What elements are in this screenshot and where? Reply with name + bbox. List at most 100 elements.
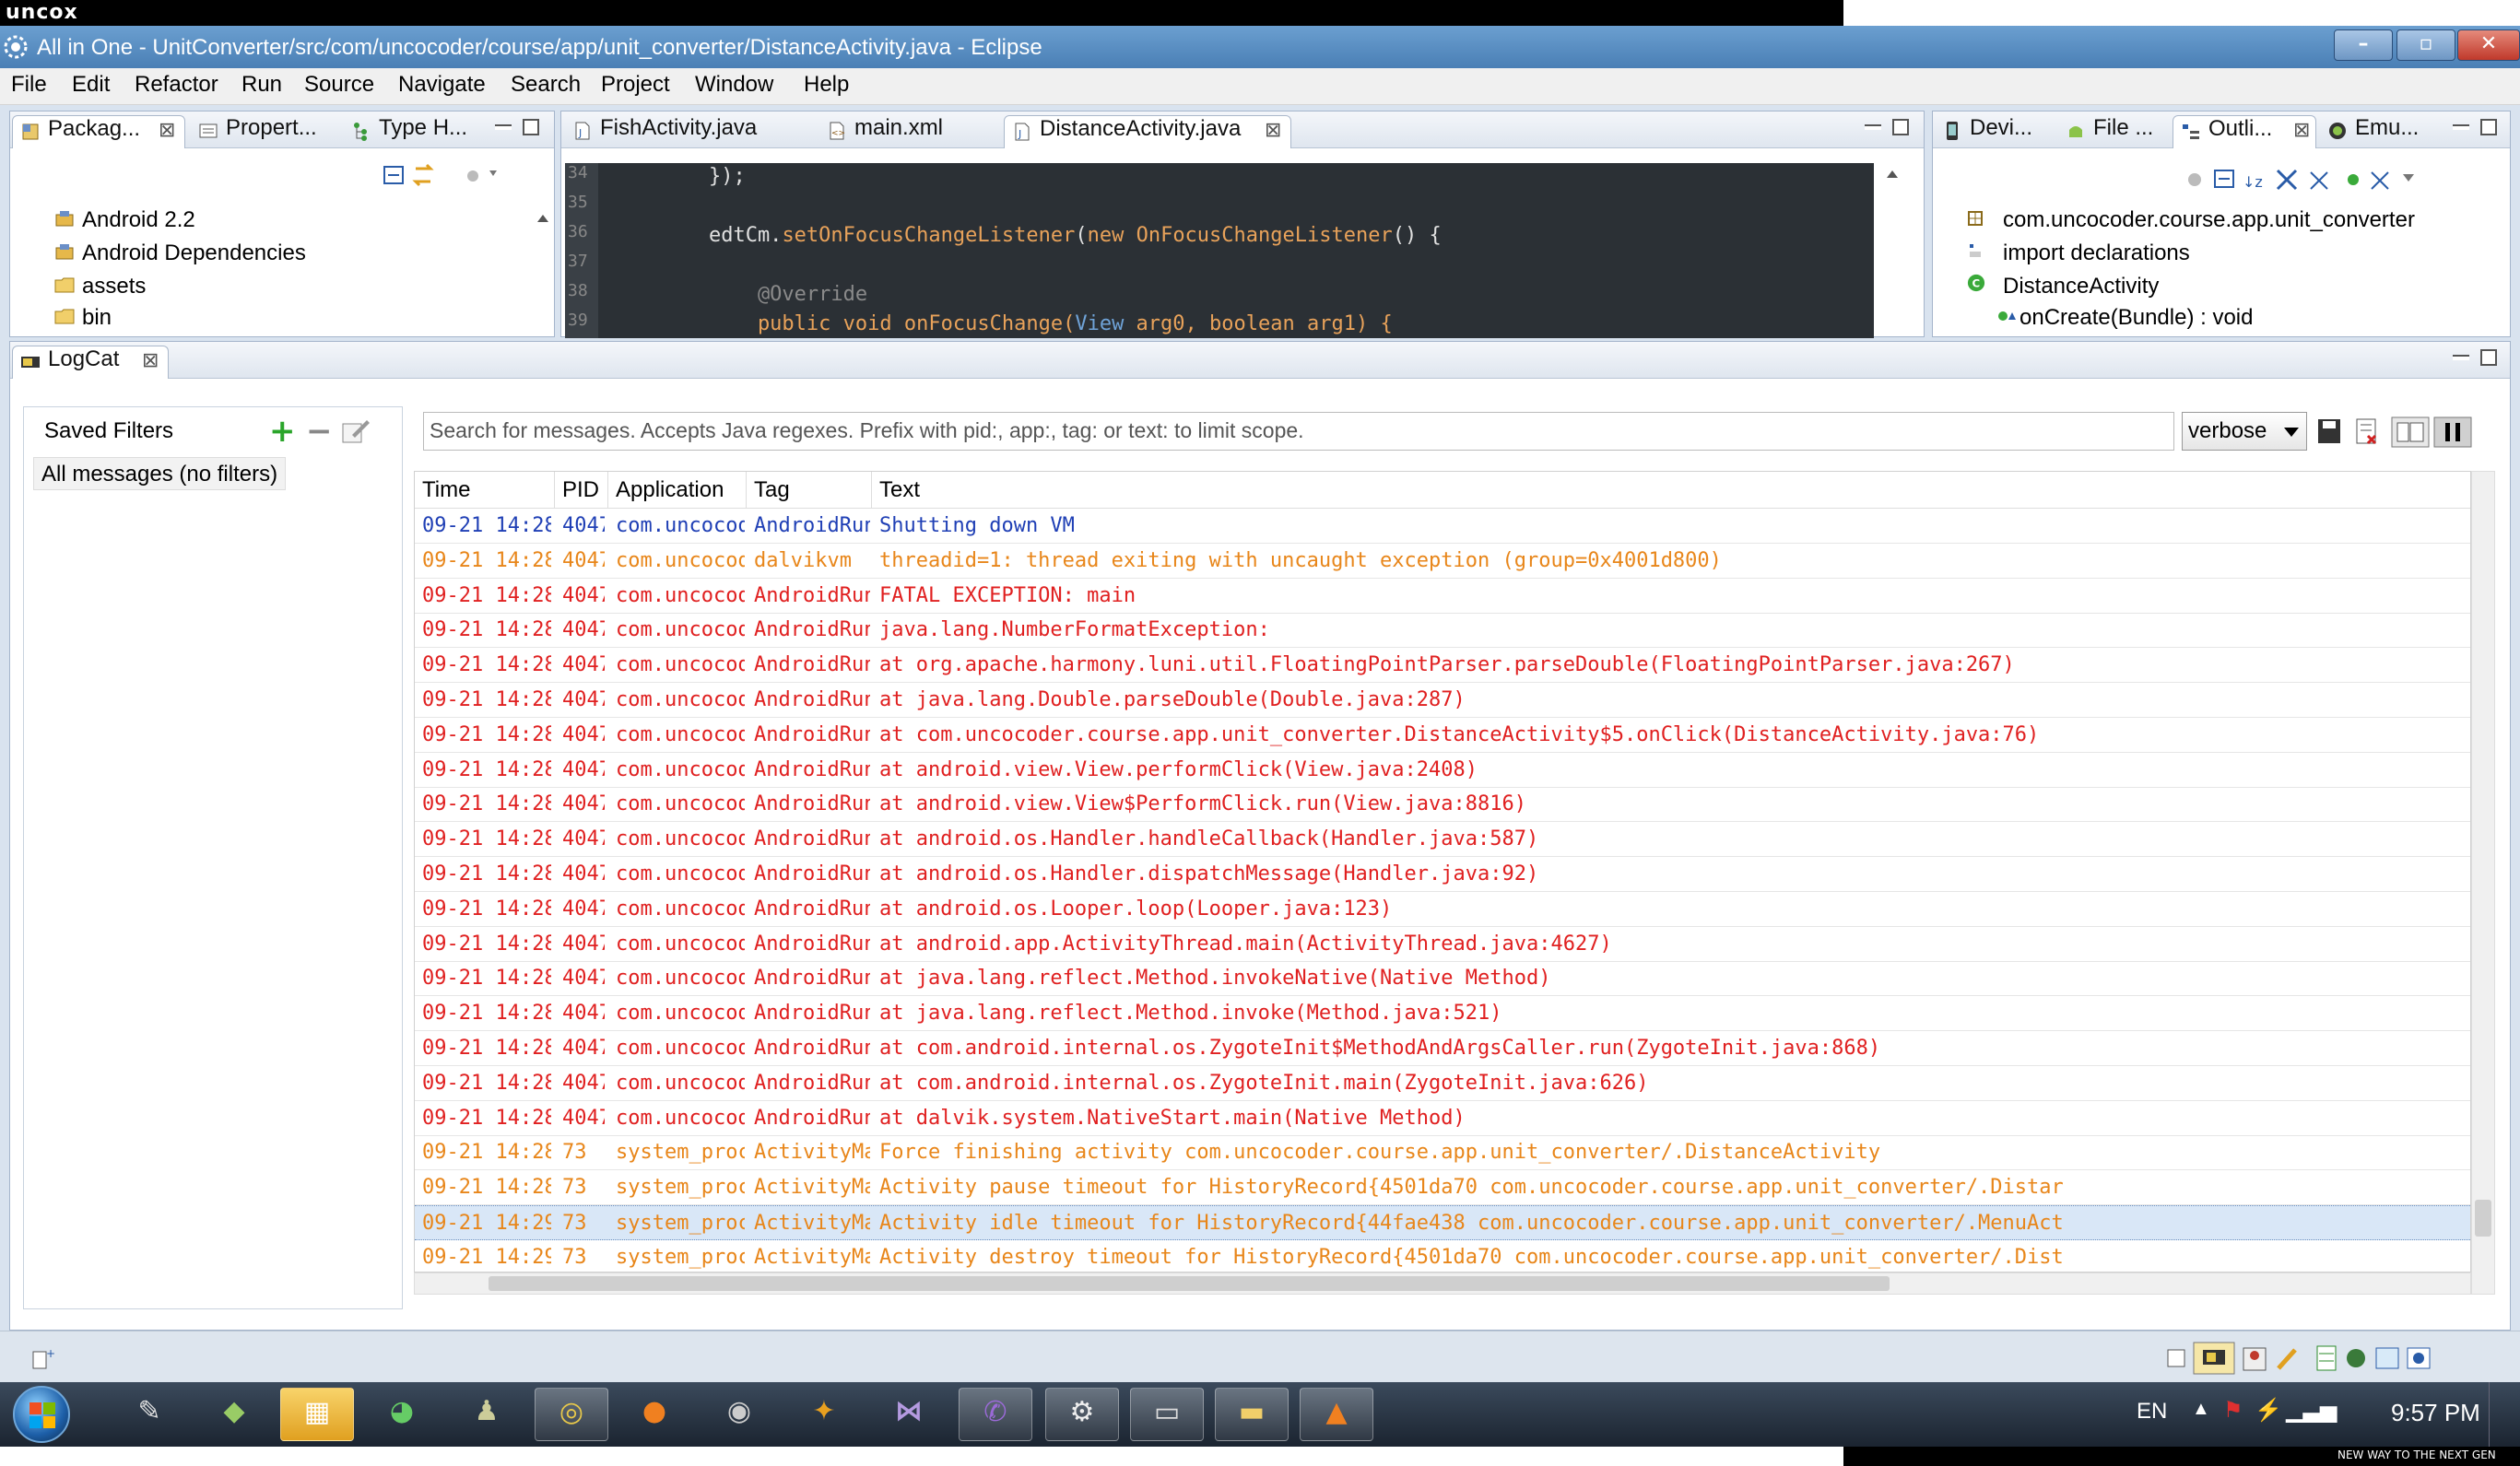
taskbar-chrome[interactable]: ◎ <box>535 1388 608 1441</box>
menu-file[interactable]: File <box>11 72 47 98</box>
tab-devices[interactable]: Devi... <box>1935 115 2055 148</box>
log-level-select[interactable]: verbose <box>2182 412 2307 451</box>
log-row[interactable]: 09-21 14:28:5... 4047 com.uncocoder... Andr… <box>415 996 2470 1032</box>
tree-item-android-dependencies[interactable]: Android Dependencies <box>54 240 306 266</box>
column-header-pid[interactable]: PID <box>555 472 608 509</box>
taskbar-file-explorer[interactable]: ▬ <box>1215 1388 1289 1441</box>
column-header-time[interactable]: Time <box>415 472 555 509</box>
column-header-text[interactable]: Text <box>872 472 2470 509</box>
outline-toolbar-icons[interactable]: ↓z <box>2182 165 2504 193</box>
view-toolbar-icons[interactable] <box>381 161 500 189</box>
tray-clock[interactable]: 9:57 PM <box>2391 1399 2480 1427</box>
menu-window[interactable]: Window <box>695 72 773 98</box>
log-row[interactable]: 09-21 14:28:5... 4047 com.uncocoder... Andr… <box>415 753 2470 788</box>
close-tab-icon[interactable]: ⊠ <box>2293 118 2310 142</box>
log-row[interactable]: 09-21 14:29:0... 73 system_process Activity… <box>415 1240 2470 1272</box>
minimize-view-button[interactable] <box>495 124 512 130</box>
minimize-view-button[interactable] <box>2453 124 2469 130</box>
scrollbar-thumb[interactable] <box>2475 1200 2491 1237</box>
menu-help[interactable]: Help <box>804 72 849 98</box>
tab-main-xml[interactable]: <> main.xml <box>819 115 1000 148</box>
log-row[interactable]: 09-21 14:28:5... 4047 com.uncocoder... Andr… <box>415 787 2470 823</box>
tab-type-hierarchy[interactable]: Type H... <box>344 115 482 148</box>
log-row[interactable]: 09-21 14:28:5... 4047 com.uncocoder... Andr… <box>415 1101 2470 1136</box>
log-row[interactable]: 09-21 14:28:5... 4047 com.uncocoder... Andr… <box>415 579 2470 614</box>
taskbar-firefox[interactable]: ● <box>618 1388 691 1441</box>
log-row[interactable]: 09-21 14:28:5... 4047 com.uncocoder... Andr… <box>415 1031 2470 1066</box>
column-header-tag[interactable]: Tag <box>747 472 872 509</box>
log-row[interactable]: 09-21 14:28:5... 4047 com.uncocoder... Andr… <box>415 892 2470 927</box>
tab-fishactivity[interactable]: J FishActivity.java <box>565 115 814 148</box>
log-row[interactable]: 09-21 14:28:5... 4047 com.uncocoder... Andr… <box>415 509 2470 544</box>
remove-filter-icon[interactable]: − <box>306 413 333 450</box>
tray-language[interactable]: EN <box>2137 1399 2167 1425</box>
log-row[interactable]: 09-21 14:28:5... 4047 com.uncocoder... Andr… <box>415 613 2470 649</box>
menu-project[interactable]: Project <box>601 72 670 98</box>
maximize-view-button[interactable] <box>523 119 539 135</box>
scrollbar-thumb[interactable] <box>489 1276 1890 1291</box>
log-row[interactable]: 09-21 14:28:5... 4047 com.uncocoder... Andr… <box>415 857 2470 892</box>
tree-item-android-sdk[interactable]: Android 2.2 <box>54 207 195 233</box>
close-tab-icon[interactable]: ⊠ <box>142 348 159 372</box>
outline-item-method[interactable]: onCreate(Bundle) : void <box>1997 305 2253 331</box>
taskbar-explorer-active[interactable]: ▦ <box>280 1388 354 1441</box>
taskbar-visual-studio[interactable]: ⋈ <box>872 1388 946 1441</box>
menu-source[interactable]: Source <box>304 72 374 98</box>
minimize-button[interactable]: – <box>2334 29 2393 61</box>
tray-expand-icon[interactable]: ▲ <box>2192 1399 2210 1420</box>
taskbar-app-globe[interactable]: ◕ <box>365 1388 439 1441</box>
horizontal-scrollbar[interactable] <box>414 1272 2471 1295</box>
tab-file-explorer[interactable]: File ... <box>2058 115 2169 148</box>
minimize-view-button[interactable] <box>1865 124 1881 130</box>
tab-package-explorer[interactable]: Packag... ⊠ <box>12 115 185 148</box>
taskbar-app-bottle[interactable]: ♟ <box>450 1388 524 1441</box>
tree-item-assets[interactable]: assets <box>54 274 146 299</box>
show-desktop-button[interactable] <box>2489 1382 2520 1447</box>
log-row[interactable]: 09-21 14:28:5... 4047 com.uncocoder... Andr… <box>415 648 2470 684</box>
close-button[interactable]: ✕ <box>2457 29 2520 61</box>
log-row[interactable]: 09-21 14:29:0... 73 system_process Activity… <box>415 1205 2470 1240</box>
outline-item-package[interactable]: com.uncocoder.course.app.unit_converter <box>1966 207 2415 233</box>
add-filter-icon[interactable]: + <box>269 413 296 450</box>
tab-logcat[interactable]: LogCat ⊠ <box>12 346 169 379</box>
log-row[interactable]: 09-21 14:28:5... 4047 com.uncocoder... Andr… <box>415 683 2470 718</box>
close-tab-icon[interactable]: ⊠ <box>1265 118 1281 142</box>
maximize-view-button[interactable] <box>2480 119 2497 135</box>
log-row[interactable]: 09-21 14:28:5... 4047 com.uncocoder... Andr… <box>415 1066 2470 1101</box>
vertical-scrollbar[interactable] <box>2471 471 2495 1295</box>
menu-run[interactable]: Run <box>241 72 282 98</box>
log-row[interactable]: 09-21 14:28:5... 73 system_process Activity… <box>415 1135 2470 1171</box>
log-row[interactable]: 09-21 14:28:5... 73 system_process Activity… <box>415 1170 2470 1206</box>
taskbar-viber[interactable]: ✆ <box>959 1388 1032 1441</box>
tab-distanceactivity[interactable]: J DistanceActivity.java ⊠ <box>1004 115 1291 148</box>
taskbar-app-dial[interactable]: ◉ <box>702 1388 776 1441</box>
window-titlebar[interactable]: All in One - UnitConverter/src/com/uncoc… <box>0 26 2520 68</box>
maximize-view-button[interactable] <box>1892 119 1909 135</box>
outline-item-imports[interactable]: import declarations <box>1966 240 2190 266</box>
taskbar-app-green[interactable]: ◆ <box>197 1388 271 1441</box>
log-row[interactable]: 09-21 14:28:5... 4047 com.uncocoder... Andr… <box>415 927 2470 962</box>
maximize-button[interactable]: ▫ <box>2396 29 2455 61</box>
close-tab-icon[interactable]: ⊠ <box>159 118 175 142</box>
code-editor[interactable]: 34 35 36 37 38 39 }); edtCm.setOnFocusCh… <box>565 163 1874 338</box>
logcat-toolbar-icons[interactable] <box>2314 416 2499 449</box>
log-row[interactable]: 09-21 14:28:5... 4047 com.uncocoder... Andr… <box>415 961 2470 997</box>
log-row[interactable]: 09-21 14:28:5... 4047 com.uncocoder... Andr… <box>415 718 2470 753</box>
taskbar-vlc[interactable]: ▲ <box>1300 1388 1373 1441</box>
taskbar-app-tools[interactable]: ✦ <box>787 1388 861 1441</box>
tree-item-bin[interactable]: bin <box>54 305 112 331</box>
edit-filter-icon[interactable] <box>341 416 371 444</box>
fast-view-icon[interactable]: + <box>31 1346 57 1370</box>
scroll-up-icon[interactable] <box>537 215 548 222</box>
start-button[interactable] <box>13 1386 70 1443</box>
perspective-switcher-icons[interactable] <box>2166 1341 2511 1376</box>
log-row[interactable]: 09-21 14:28:5... 4047 com.uncocoder... Andr… <box>415 822 2470 858</box>
filter-item-all-messages[interactable]: All messages (no filters) <box>33 457 287 490</box>
menu-navigate[interactable]: Navigate <box>398 72 486 98</box>
menu-refactor[interactable]: Refactor <box>135 72 218 98</box>
log-row[interactable]: 09-21 14:28:5... 4047 com.uncocoder... dalv… <box>415 544 2470 579</box>
outline-item-class[interactable]: C DistanceActivity <box>1966 274 2159 299</box>
taskbar-notepad[interactable]: ✎ <box>112 1388 186 1441</box>
maximize-view-button[interactable] <box>2480 349 2497 366</box>
tab-emulator[interactable]: Emu... <box>2320 115 2440 148</box>
